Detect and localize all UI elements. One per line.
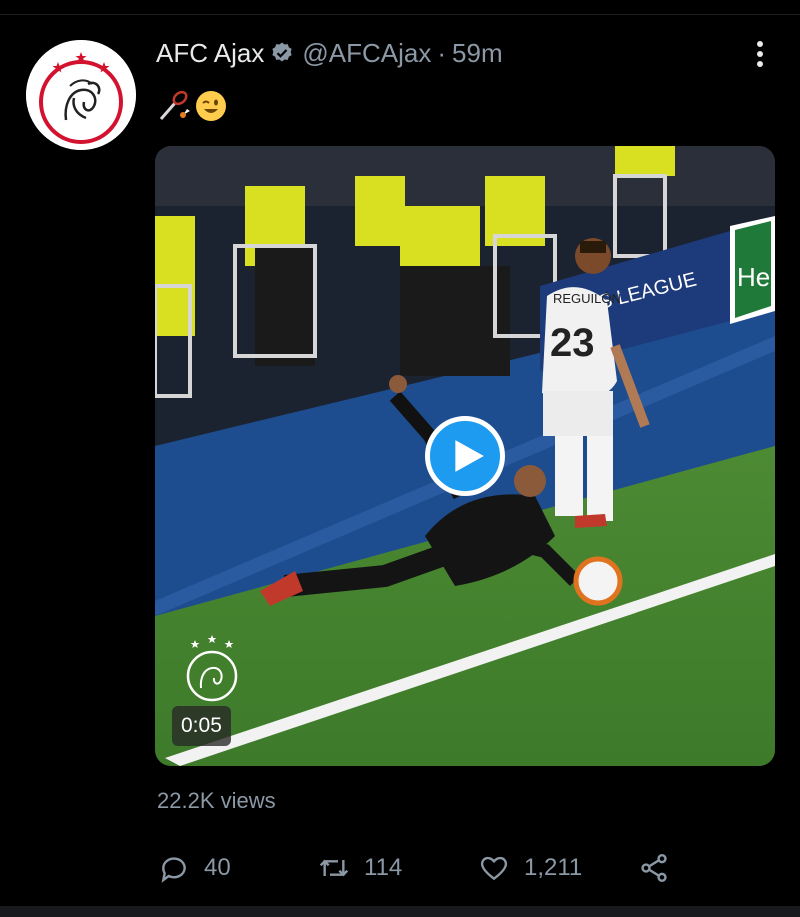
heart-icon [480, 856, 508, 881]
board-text-2: Hei [737, 262, 775, 292]
view-count: 22.2K views [157, 788, 276, 814]
like-count: 1,211 [524, 854, 583, 881]
play-icon [455, 440, 484, 472]
video-player[interactable]: PIONS LEAGUE Hei REGUILÓN 23 0:05 [155, 146, 775, 766]
share-button[interactable] [638, 848, 670, 888]
vertical-ellipsis-icon [757, 61, 763, 67]
jersey-name: REGUILÓN [553, 291, 621, 306]
badminton-emoji-icon [159, 90, 190, 120]
view-count-number: 22.2K [157, 788, 215, 813]
timestamp[interactable]: 59m [452, 38, 503, 69]
avatar[interactable] [26, 40, 136, 150]
reply-button[interactable]: 40 [158, 848, 231, 888]
bottom-divider [0, 906, 800, 917]
tweet-text: 🏸😉 [157, 88, 227, 124]
top-divider [0, 14, 800, 15]
retweet-count: 114 [364, 854, 403, 881]
verified-badge-icon [270, 41, 294, 65]
reply-count: 40 [204, 854, 231, 881]
ajax-watermark-icon [186, 635, 238, 702]
tweet-actions: 40 114 1,211 [158, 848, 718, 888]
separator-dot: · [437, 37, 447, 68]
reply-icon [161, 857, 186, 883]
tweet-header: AFC Ajax @AFCAjax · 59m [156, 36, 503, 70]
retweet-icon [319, 859, 349, 877]
display-name[interactable]: AFC Ajax [156, 38, 264, 69]
jersey-number: 23 [550, 321, 595, 365]
vertical-ellipsis-icon [757, 51, 763, 57]
view-count-label: views [220, 788, 276, 813]
vertical-ellipsis-icon [757, 41, 763, 47]
video-duration-badge: 0:05 [172, 706, 231, 746]
wink-emoji-icon [196, 91, 226, 121]
handle[interactable]: @AFCAjax [302, 38, 431, 69]
retweet-button[interactable]: 114 [318, 848, 402, 888]
share-icon [641, 854, 667, 882]
more-options-button[interactable] [748, 38, 772, 74]
like-button[interactable]: 1,211 [478, 848, 582, 888]
play-button[interactable] [425, 416, 505, 496]
ajax-logo-icon [26, 40, 136, 150]
